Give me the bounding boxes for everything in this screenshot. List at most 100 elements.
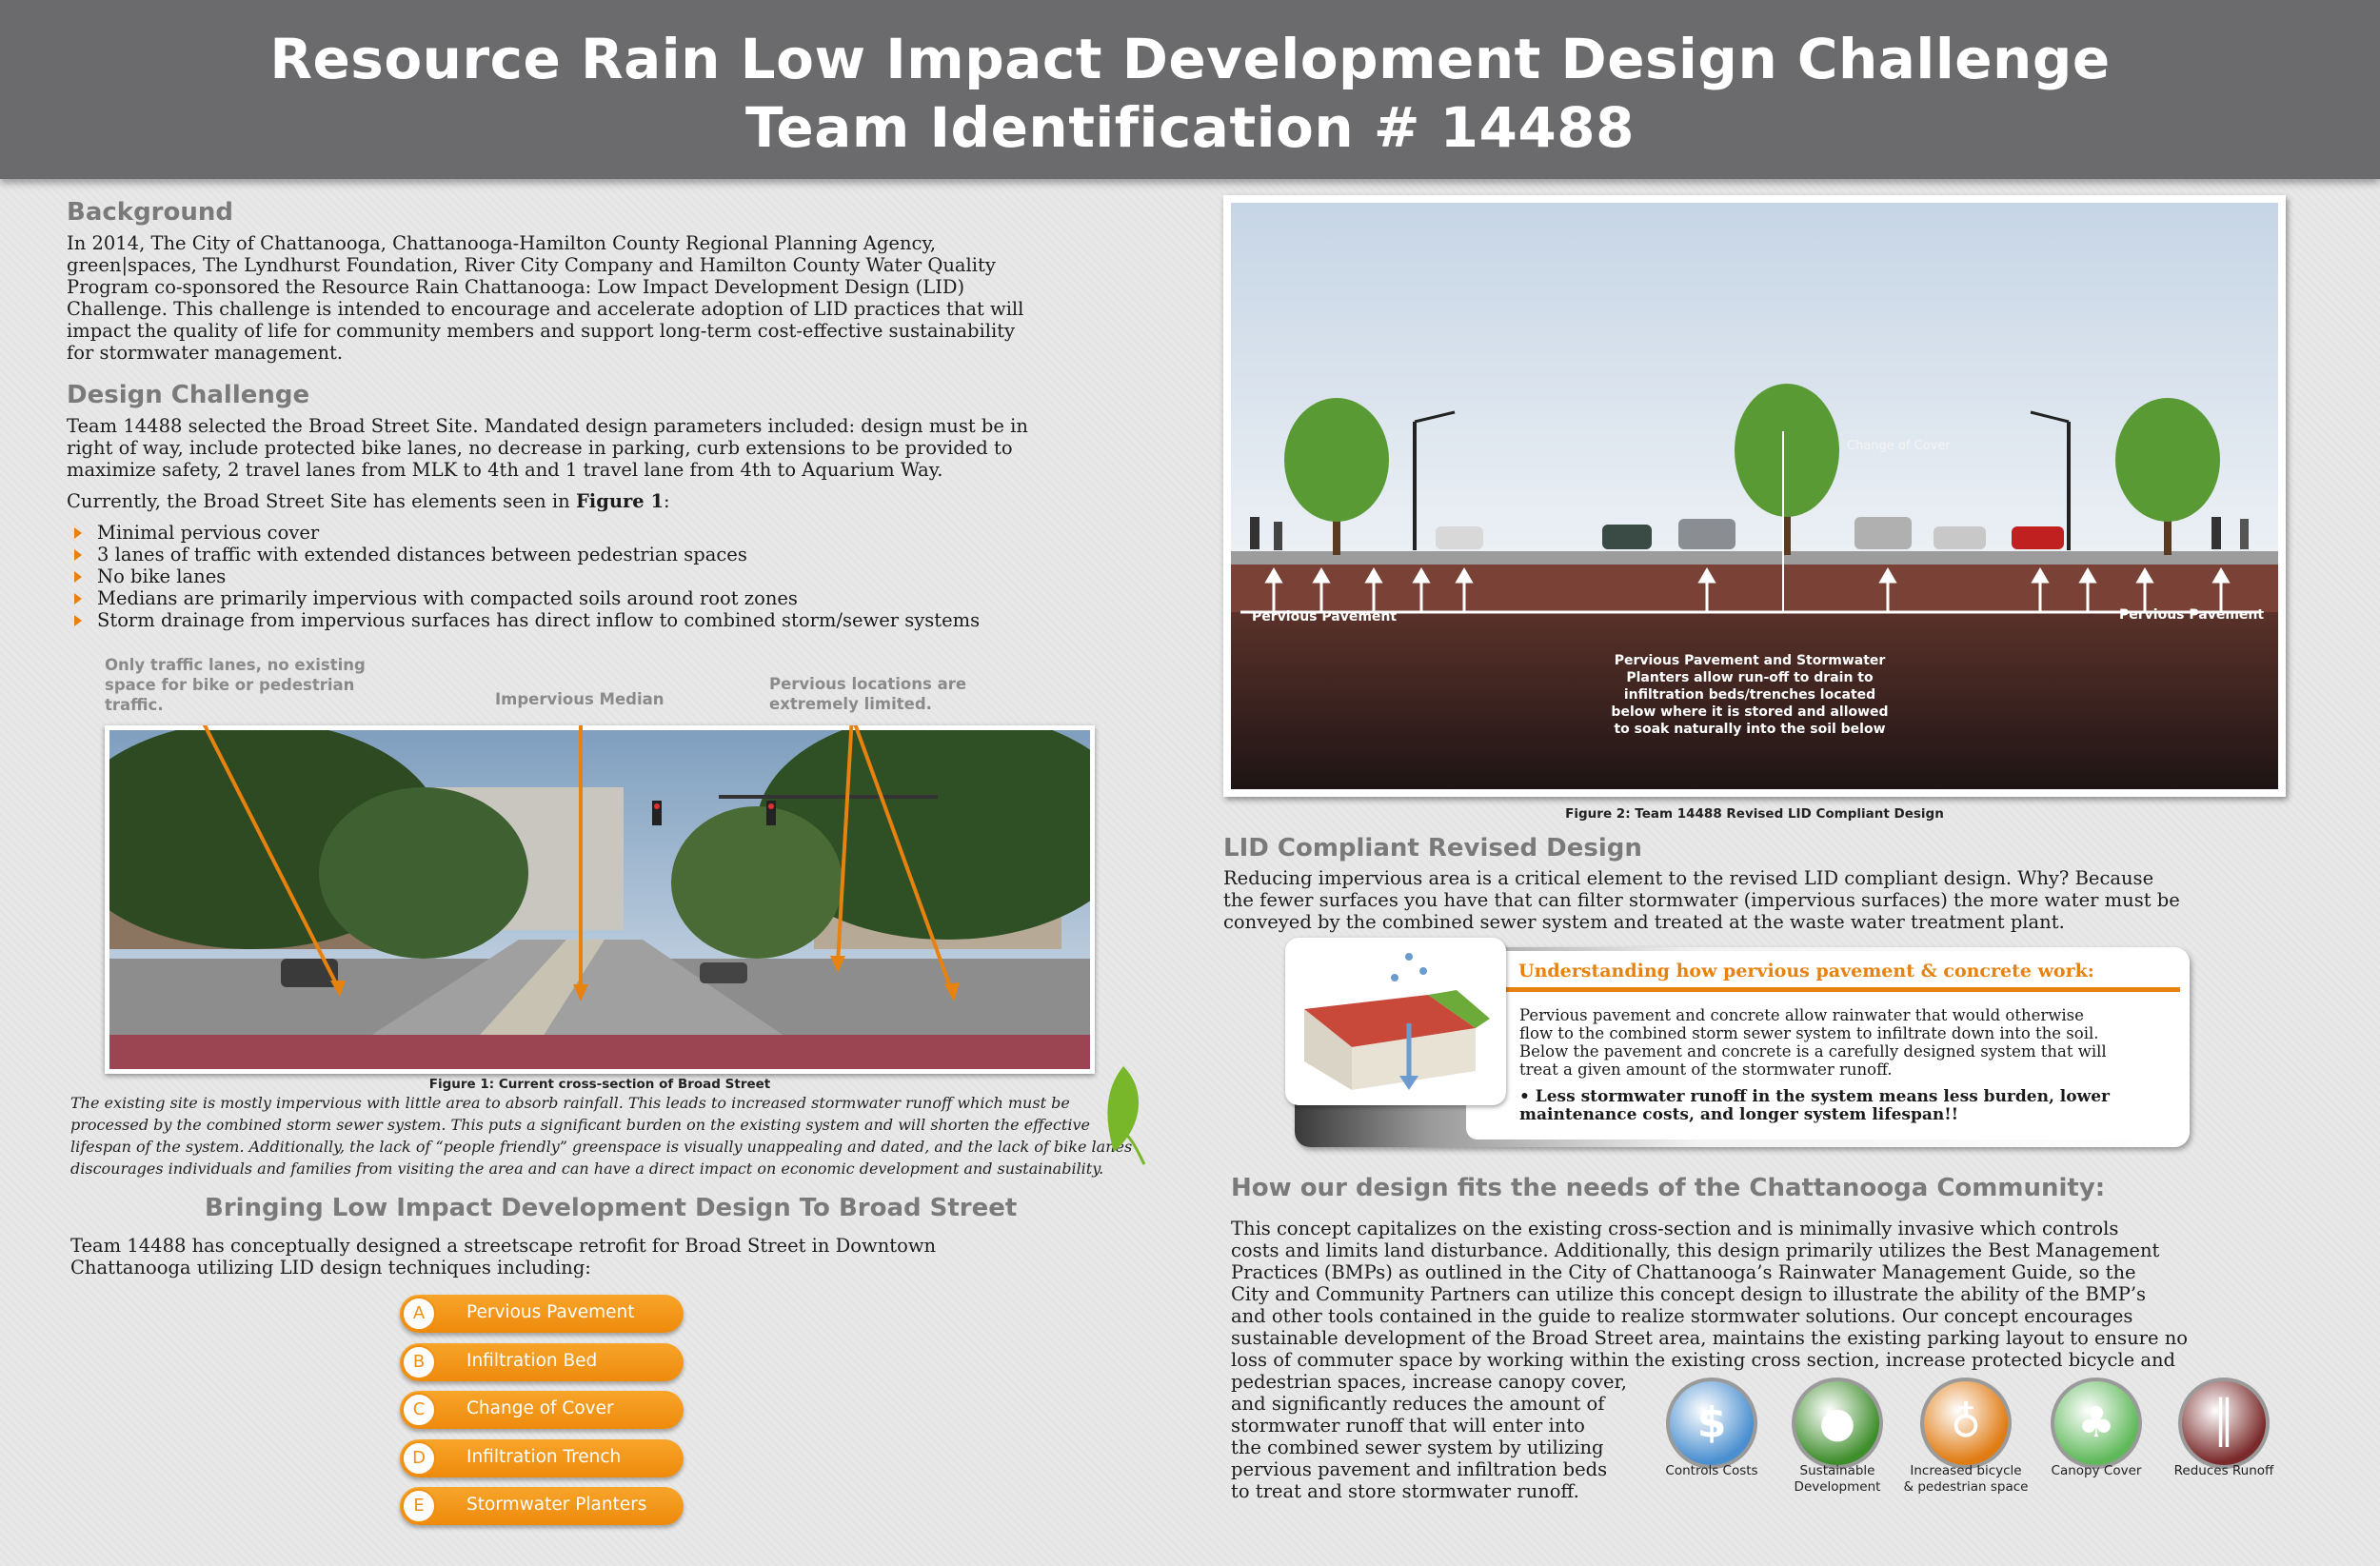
technique-label: Change of Cover bbox=[466, 1398, 614, 1418]
icon-caption-line: Reduces Runoff bbox=[2173, 1463, 2274, 1478]
bicycle-icon: ♁ bbox=[1920, 1378, 2012, 1469]
text-line: Planters allow run-off to drain to bbox=[1626, 670, 1874, 685]
pavement-diagram-icon bbox=[1304, 953, 1490, 1090]
label-pervious-pavement-left: Pervious Pavement bbox=[1252, 609, 1398, 624]
community-heading: How our design fits the needs of the Cha… bbox=[1231, 1174, 2106, 1202]
globe-icon: ● bbox=[1792, 1378, 1883, 1469]
text-line: lifespan of the system. Additionally, th… bbox=[70, 1138, 1133, 1156]
text-line: The existing site is mostly impervious w… bbox=[70, 1094, 1070, 1112]
text-line: flow to the combined storm sewer system … bbox=[1519, 1024, 2099, 1042]
text-line: space for bike or pedestrian bbox=[105, 676, 355, 694]
road-icon: ║ bbox=[2178, 1378, 2270, 1469]
callout-arrows bbox=[202, 725, 960, 1001]
label-change-of-cover: Change of Cover bbox=[1847, 439, 1951, 453]
technique-label: Infiltration Bed bbox=[466, 1350, 598, 1371]
text-line: Only traffic lanes, no existing bbox=[105, 656, 366, 674]
lid-technique-b: B Infiltration Bed bbox=[400, 1342, 684, 1381]
text-line: loss of commuter space by working within… bbox=[1231, 1349, 2176, 1371]
background-text: In 2014, The City of Chattanooga, Chatta… bbox=[67, 232, 1133, 364]
text-line: processed by the combined storm sewer sy… bbox=[70, 1116, 1090, 1134]
technique-letter: C bbox=[402, 1393, 436, 1427]
text-line: Medians are primarily impervious with co… bbox=[67, 587, 1133, 609]
text-line: maintenance costs, and longer system lif… bbox=[1519, 1105, 1959, 1124]
figure2-caption: Figure 2: Team 14488 Revised LID Complia… bbox=[1565, 806, 1944, 822]
text-line: maximize safety, 2 travel lanes from MLK… bbox=[67, 459, 943, 481]
dollar-icon: $ bbox=[1666, 1378, 1757, 1469]
text-line: Below the pavement and concrete is a car… bbox=[1519, 1042, 2107, 1061]
callout-traffic-lanes: Only traffic lanes, no existing space for… bbox=[105, 655, 366, 715]
technique-label: Infiltration Trench bbox=[466, 1446, 622, 1467]
technique-label: Pervious Pavement bbox=[466, 1302, 635, 1322]
background-heading: Background bbox=[67, 198, 233, 227]
text-line: right of way, include protected bike lan… bbox=[67, 437, 1013, 459]
figure1-caption: Figure 1: Current cross-section of Broad… bbox=[428, 1077, 771, 1092]
text-line: sustainable development of the Broad Str… bbox=[1231, 1327, 2189, 1349]
text-line: Practices (BMPs) as outlined in the City… bbox=[1231, 1261, 2136, 1283]
figure1-photo-frame bbox=[105, 725, 1095, 1074]
text-line: Program co-sponsored the Resource Rain C… bbox=[67, 276, 965, 298]
text-line: pervious pavement and infiltration beds bbox=[1231, 1458, 1608, 1480]
text-line: the fewer surfaces you have that can fil… bbox=[1223, 889, 2180, 911]
text-line: pedestrian spaces, increase canopy cover… bbox=[1231, 1371, 1627, 1393]
text-line: Challenge. This challenge is intended to… bbox=[67, 298, 1024, 320]
icon-caption: Controls Costs bbox=[1640, 1463, 1783, 1479]
callout-pervious-locations: Pervious locations are extremely limited. bbox=[769, 674, 966, 714]
technique-letter: E bbox=[402, 1489, 436, 1523]
icon-caption: Sustainable Development bbox=[1766, 1463, 1909, 1496]
text-line: Minimal pervious cover bbox=[67, 522, 1133, 544]
text-line: No bike lanes bbox=[67, 565, 1133, 587]
team-id-title: Team Identification # 14488 bbox=[745, 95, 1635, 160]
pavement-illustration bbox=[1285, 938, 1506, 1105]
text-line: to treat and store stormwater runoff. bbox=[1231, 1480, 1579, 1502]
icon-caption: Canopy Cover bbox=[2025, 1463, 2168, 1479]
text-line: and significantly reduces the amount of bbox=[1231, 1393, 1605, 1415]
text-line: discourages individuals and families fro… bbox=[70, 1160, 1104, 1178]
page-header: Resource Rain Low Impact Development Des… bbox=[0, 0, 2380, 179]
icon-caption-line: Sustainable bbox=[1799, 1463, 1875, 1478]
text-line: costs and limits land disturbance. Addit… bbox=[1231, 1239, 2160, 1261]
text-line: green|spaces, The Lyndhurst Foundation, … bbox=[67, 254, 996, 276]
pervious-box-bold: • Less stormwater runoff in the system m… bbox=[1519, 1088, 2176, 1124]
text-line: stormwater runoff that will enter into bbox=[1231, 1415, 1585, 1437]
leaf-icon bbox=[1107, 1066, 1146, 1165]
icon-glyph: ♣ bbox=[2077, 1398, 2115, 1447]
label-pervious-pavement-right: Pervious Pavement bbox=[2119, 607, 2265, 623]
bringing-text: Team 14488 has conceptually designed a s… bbox=[70, 1235, 1137, 1279]
text-line: the combined sewer system by utilizing bbox=[1231, 1437, 1604, 1458]
bringing-heading: Bringing Low Impact Development Design T… bbox=[205, 1194, 1018, 1222]
text-line: extremely limited. bbox=[769, 695, 932, 713]
lid-technique-e: E Stormwater Planters bbox=[400, 1487, 684, 1525]
icon-caption-line: Development bbox=[1794, 1479, 1881, 1495]
icon-glyph: ● bbox=[1818, 1398, 1856, 1447]
text-line: and other tools contained in the guide t… bbox=[1231, 1305, 2133, 1327]
technique-letter: D bbox=[402, 1440, 436, 1476]
figure1-description: The existing site is mostly impervious w… bbox=[70, 1092, 1146, 1179]
community-text: This concept capitalizes on the existing… bbox=[1231, 1218, 2316, 1371]
pervious-box-title: Understanding how pervious pavement & co… bbox=[1518, 961, 2094, 981]
text-line: infiltration beds/trenches located bbox=[1623, 687, 1876, 703]
design-challenge-heading: Design Challenge bbox=[67, 381, 310, 409]
text-line: to soak naturally into the soil below bbox=[1614, 722, 1886, 737]
technique-letter: B bbox=[402, 1344, 436, 1379]
lid-text: Reducing impervious area is a critical e… bbox=[1223, 867, 2309, 933]
icon-caption-line: Increased bicycle bbox=[1910, 1463, 2022, 1478]
figure2-frame: Pervious Pavement Pervious Pavement Chan… bbox=[1223, 195, 2286, 797]
icon-caption: Reduces Runoff bbox=[2152, 1463, 2295, 1479]
icon-caption: Increased bicycle & pedestrian space bbox=[1894, 1463, 2037, 1496]
lid-technique-d: D Infiltration Trench bbox=[400, 1438, 684, 1477]
text-line: Storm drainage from impervious surfaces … bbox=[67, 609, 1133, 631]
community-text-wrapped: pedestrian spaces, increase canopy cover… bbox=[1231, 1371, 1669, 1502]
text-line: This concept capitalizes on the existing… bbox=[1231, 1218, 2119, 1239]
text-line: 3 lanes of traffic with extended distanc… bbox=[67, 544, 1133, 565]
technique-label: Stormwater Planters bbox=[466, 1495, 647, 1515]
page-title: Resource Rain Low Impact Development Des… bbox=[269, 27, 2111, 91]
design-challenge-text: Team 14488 selected the Broad Street Sit… bbox=[67, 415, 1133, 481]
lid-technique-c: C Change of Cover bbox=[400, 1391, 684, 1429]
text-line: conveyed by the combined sewer system an… bbox=[1223, 911, 2065, 933]
text-line: for stormwater management. bbox=[67, 342, 344, 364]
icon-glyph: ║ bbox=[2211, 1398, 2237, 1447]
current-elements-intro: Currently, the Broad Street Site has ele… bbox=[67, 490, 670, 512]
tree-icon: ♣ bbox=[2051, 1378, 2142, 1469]
icon-glyph: ♁ bbox=[1950, 1398, 1982, 1447]
text-line: Pervious locations are bbox=[769, 675, 967, 693]
